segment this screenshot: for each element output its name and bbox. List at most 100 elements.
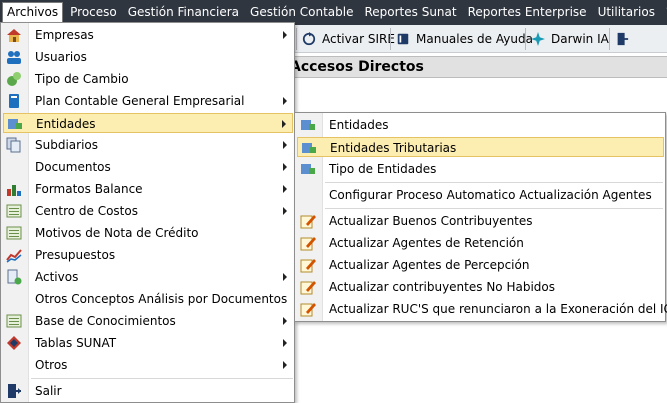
entity-icon (302, 143, 316, 153)
submenu-item-label: Configurar Proceso Automatico Actualizac… (329, 188, 652, 202)
darwin-ia-button[interactable]: Darwin IA (525, 28, 614, 50)
menu-item-documentos[interactable]: Documentos (3, 157, 293, 177)
exit-button[interactable] (609, 28, 640, 50)
list-icon (6, 314, 22, 328)
menu-item-label: Subdiarios (35, 138, 99, 152)
submenu-item-actualizar-buenos-contribuyentes[interactable]: Actualizar Buenos Contribuyentes (297, 211, 664, 231)
line-chart-icon (6, 249, 22, 263)
submenu-item-label: Entidades Tributarias (330, 141, 457, 155)
menu-item-label: Tablas SUNAT (35, 336, 117, 350)
submenu-item-label: Actualizar Agentes de Retención (329, 236, 524, 250)
entity-icon (301, 164, 315, 174)
menu-help[interactable]: ? (662, 2, 667, 23)
edit-icon (300, 237, 316, 251)
menu-item-label: Usuarios (35, 50, 87, 64)
menu-item-label: Otros (35, 358, 68, 372)
submenu-item-entidades-tributarias[interactable]: Entidades Tributarias (297, 137, 664, 157)
asset-icon (7, 269, 22, 285)
menu-item-label: Tipo de Cambio (35, 72, 129, 86)
menu-item-label: Empresas (35, 28, 94, 42)
menu-item-label: Activos (35, 270, 79, 284)
list-icon (6, 204, 22, 218)
submenu-arrow-icon (282, 120, 286, 128)
menu-item-empresas[interactable]: Empresas (3, 25, 293, 45)
section-title: Accesos Directos (290, 59, 424, 75)
edit-icon (300, 259, 316, 273)
submenu-item-label: Actualizar Agentes de Percepción (329, 258, 530, 272)
menu-gestion-contable[interactable]: Gestión Contable (246, 2, 357, 23)
menu-item-label: Motivos de Nota de Crédito (35, 226, 199, 240)
submenu-item-label: Tipo de Entidades (329, 162, 437, 176)
menu-item-tipo-de-cambio[interactable]: Tipo de Cambio (3, 69, 293, 89)
entity-icon (301, 120, 315, 130)
archivos-menu: Empresas Usuarios Tipo de Cambio Plan Co… (0, 22, 295, 403)
users-icon (7, 51, 21, 64)
chart-icon (7, 185, 21, 196)
exit-icon (617, 32, 629, 46)
documents-icon (6, 137, 21, 153)
menu-item-tablas-sunat[interactable]: Tablas SUNAT (3, 333, 293, 353)
menu-item-motivos-nota-credito[interactable]: Motivos de Nota de Crédito (3, 223, 293, 243)
submenu-item-actualizar-agentes-retencion[interactable]: Actualizar Agentes de Retención (297, 233, 664, 253)
submenu-item-label: Actualizar RUC'S que renunciaron a la Ex… (329, 302, 667, 316)
submenu-item-actualizar-agentes-percepcion[interactable]: Actualizar Agentes de Percepción (297, 255, 664, 275)
exchange-icon (7, 72, 21, 86)
menu-item-presupuestos[interactable]: Presupuestos (3, 245, 293, 265)
book-icon (397, 33, 409, 45)
menu-item-base-de-conocimientos[interactable]: Base de Conocimientos (3, 311, 293, 331)
menu-item-subdiarios[interactable]: Subdiarios (3, 135, 293, 155)
menu-item-label: Base de Conocimientos (35, 314, 176, 328)
exit-icon (8, 384, 21, 398)
menu-reportes-sunat[interactable]: Reportes Sunat (360, 2, 460, 23)
submenu-arrow-icon (283, 97, 287, 105)
submenu-item-tipo-de-entidades[interactable]: Tipo de Entidades (297, 159, 664, 179)
menu-item-label: Formatos Balance (35, 182, 143, 196)
manuales-de-ayuda-button[interactable]: Manuales de Ayuda (390, 28, 538, 50)
submenu-item-label: Actualizar Buenos Contribuyentes (329, 214, 533, 228)
activar-sire-button[interactable]: Activar SIRE (296, 28, 400, 50)
submenu-arrow-icon (283, 163, 287, 171)
edit-icon (300, 303, 316, 317)
sparkle-icon (531, 32, 545, 46)
menu-item-salir[interactable]: Salir (3, 381, 293, 401)
submenu-item-label: Actualizar contribuyentes No Habidos (329, 280, 555, 294)
menu-item-label: Plan Contable General Empresarial (35, 94, 245, 108)
menu-item-formatos-balance[interactable]: Formatos Balance (3, 179, 293, 199)
home-icon (7, 29, 21, 42)
menu-item-label: Centro de Costos (35, 204, 138, 218)
activar-sire-label: Activar SIRE (322, 32, 395, 46)
menu-archivos[interactable]: Archivos (2, 2, 64, 23)
submenu-arrow-icon (283, 317, 287, 325)
menu-item-otros[interactable]: Otros (3, 355, 293, 375)
menu-item-plan-contable[interactable]: Plan Contable General Empresarial (3, 91, 293, 111)
menu-item-label: Otros Conceptos Análisis por Documentos (35, 292, 288, 306)
menu-utilitarios[interactable]: Utilitarios (594, 2, 659, 23)
submenu-item-actualizar-ruc-exoneracion[interactable]: Actualizar RUC'S que renunciaron a la Ex… (297, 299, 667, 319)
menu-separator (31, 378, 293, 379)
submenu-item-configurar-proceso[interactable]: Configurar Proceso Automatico Actualizac… (297, 185, 664, 205)
menu-separator (325, 208, 663, 209)
menu-reportes-enterprise[interactable]: Reportes Enterprise (464, 2, 591, 23)
menu-item-usuarios[interactable]: Usuarios (3, 47, 293, 67)
menu-item-entidades[interactable]: Entidades (3, 113, 293, 133)
menu-item-centro-de-costos[interactable]: Centro de Costos (3, 201, 293, 221)
menu-gestion-financiera[interactable]: Gestión Financiera (124, 2, 243, 23)
edit-icon (300, 215, 316, 229)
submenu-arrow-icon (283, 185, 287, 193)
submenu-item-actualizar-no-habidos[interactable]: Actualizar contribuyentes No Habidos (297, 277, 664, 297)
menu-separator (325, 182, 663, 183)
edit-icon (300, 281, 316, 295)
submenu-arrow-icon (283, 207, 287, 215)
submenu-arrow-icon (283, 31, 287, 39)
book-icon (9, 94, 19, 108)
list-icon (6, 226, 22, 240)
entity-icon (8, 119, 22, 129)
entidades-submenu: Entidades Entidades Tributarias Tipo de … (294, 112, 667, 322)
menu-item-activos[interactable]: Activos (3, 267, 293, 287)
darwin-ia-label: Darwin IA (551, 32, 609, 46)
submenu-item-entidades[interactable]: Entidades (297, 115, 664, 135)
submenu-arrow-icon (283, 361, 287, 369)
menu-proceso[interactable]: Proceso (66, 2, 121, 23)
menu-item-label: Documentos (35, 160, 111, 174)
menu-item-otros-conceptos[interactable]: Otros Conceptos Análisis por Documentos (3, 289, 293, 309)
